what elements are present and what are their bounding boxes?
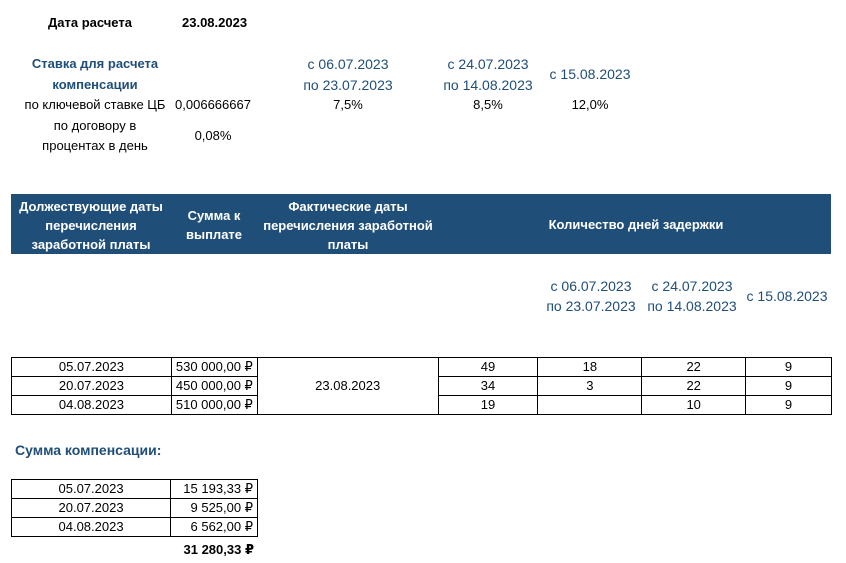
rate-cb-value: 0,006666667 [175,97,251,112]
table-header-band: Должествующие даты перечисления заработн… [11,194,831,254]
row-period-3-days: 9 [745,376,832,396]
rate-contract-label-line1: по договору в [53,118,137,133]
header-delay-days: Количество дней задержки [548,217,724,232]
row-total-days: 34 [437,376,539,396]
rate-period-1-value: 7,5% [333,97,363,112]
delay-table: 05.07.2023 530 000,00 ₽ 23.08.2023 49 18… [11,357,832,415]
rate-contract-label-line2: процентах в день [42,138,148,153]
row-period-1-days [537,395,643,415]
row-actual-date: 23.08.2023 [256,357,439,415]
rate-period-1-from: с 06.07.2023 [307,56,389,72]
row-amount: 510 000,00 ₽ [170,395,258,415]
row-total-days: 49 [437,357,539,377]
row-amount: 450 000,00 ₽ [170,376,258,396]
comp-amount: 9 525,00 ₽ [170,498,258,518]
rate-title-line2: компенсации [52,77,138,92]
comp-date: 20.07.2023 [10,498,172,518]
rate-period-3-value: 12,0% [571,97,609,112]
header-due-dates: Должествующие даты перечисления заработн… [19,199,163,252]
row-period-2-days: 10 [641,395,747,415]
comp-date: 04.08.2023 [10,517,172,537]
row-due-date: 05.07.2023 [11,357,172,377]
table-row: 05.07.2023 530 000,00 ₽ 23.08.2023 49 18… [11,357,832,415]
comp-date: 05.07.2023 [10,479,172,499]
rate-cb-label: по ключевой ставке ЦБ [24,97,166,112]
row-period-1-days: 18 [537,357,643,377]
row-due-date: 04.08.2023 [11,395,172,415]
row-due-date: 20.07.2023 [11,376,172,396]
table-row: 20.07.2023 9 525,00 ₽ [10,498,258,518]
calc-date-value: 23.08.2023 [182,15,248,30]
table-row: 04.08.2023 6 562,00 ₽ [10,517,258,537]
compensation-title: Сумма компенсации: [15,442,162,458]
table-row: 05.07.2023 15 193,33 ₽ [10,479,258,499]
rate-period-1-to: по 23.07.2023 [303,77,393,93]
rate-title-line1: Ставка для расчета [31,56,159,71]
header-amount: Сумма к выплате [185,208,243,242]
delay-period-3-from: с 15.08.2023 [746,288,828,304]
comp-amount: 6 562,00 ₽ [170,517,258,537]
rate-contract-value: 0,08% [194,128,232,143]
row-period-2-days: 22 [641,357,747,377]
row-amount: 530 000,00 ₽ [170,357,258,377]
row-period-1-days: 3 [537,376,643,396]
rate-period-3-from: с 15.08.2023 [549,66,631,82]
comp-amount: 15 193,33 ₽ [170,479,258,499]
calc-date-label: Дата расчета [48,15,132,30]
row-period-3-days: 9 [745,357,832,377]
compensation-table: 05.07.2023 15 193,33 ₽ 20.07.2023 9 525,… [10,479,258,537]
row-period-2-days: 22 [641,376,747,396]
row-total-days: 19 [437,395,539,415]
compensation-total: 31 280,33 ₽ [183,542,255,557]
header-actual-dates: Фактические даты перечисления заработной… [263,199,433,252]
row-period-3-days: 9 [745,395,832,415]
